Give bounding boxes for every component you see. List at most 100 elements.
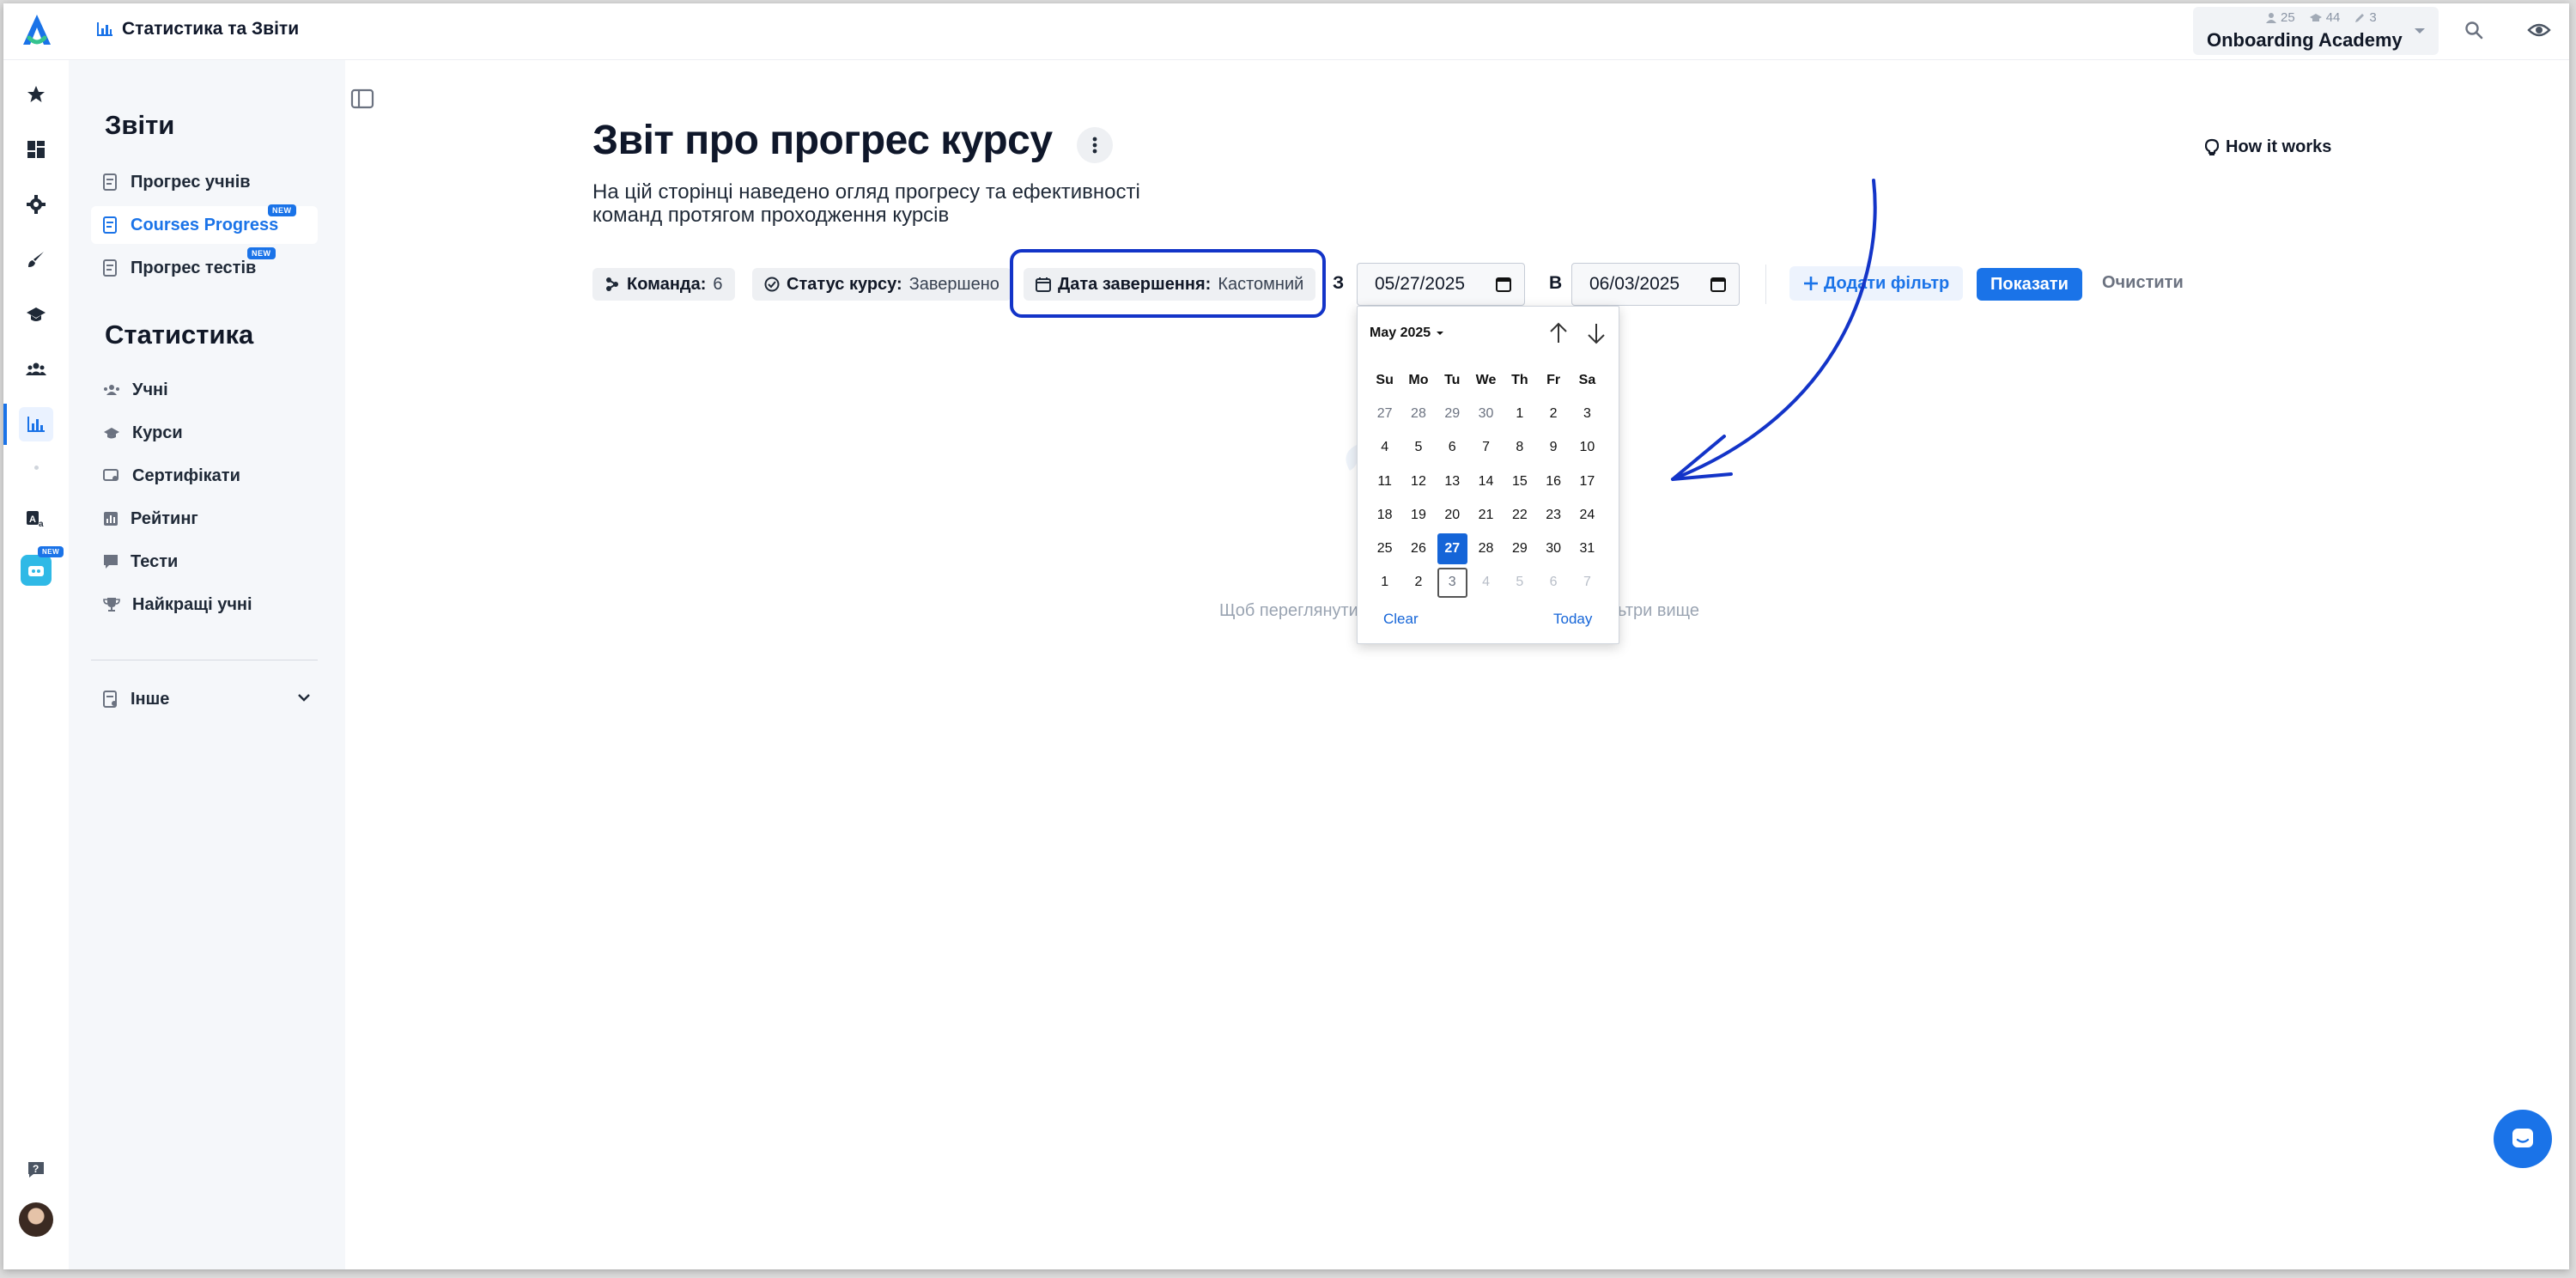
calendar-day[interactable]: 14 <box>1469 465 1503 498</box>
calendar-day[interactable]: 30 <box>1536 532 1570 565</box>
weekday-header: Fr <box>1546 372 1561 387</box>
sidebar-item-tests[interactable]: Тести <box>91 543 318 581</box>
calendar-day[interactable]: 27 <box>1368 397 1401 430</box>
calendar-day[interactable]: 13 <box>1436 465 1469 498</box>
more-options-button[interactable] <box>1077 127 1113 163</box>
calendar-day[interactable]: 30 <box>1469 397 1503 430</box>
date-from-input[interactable]: 05/27/2025 <box>1357 263 1525 306</box>
calendar-day[interactable]: 31 <box>1571 532 1604 565</box>
search-button[interactable] <box>2459 15 2488 45</box>
sidebar-item-courses[interactable]: Курси <box>91 414 318 452</box>
rail-users[interactable] <box>19 352 53 386</box>
calendar-day[interactable]: 22 <box>1503 498 1536 532</box>
calendar-day[interactable]: 28 <box>1469 532 1503 565</box>
filter-status-chip[interactable]: Статус курсу: Завершено <box>752 268 1012 301</box>
calendar-day[interactable]: 23 <box>1536 498 1570 532</box>
calendar-day[interactable]: 6 <box>1536 566 1570 599</box>
calendar-day[interactable]: 5 <box>1401 431 1435 465</box>
calendar-day[interactable]: 7 <box>1571 566 1604 599</box>
sidebar-item-top-students[interactable]: Найкращі учні <box>91 586 318 624</box>
calendar-day[interactable]: 21 <box>1469 498 1503 532</box>
clear-filters-button[interactable]: Очистити <box>2102 273 2184 293</box>
calendar-day[interactable]: 3 <box>1571 397 1604 430</box>
calendar-day[interactable]: 6 <box>1436 431 1469 465</box>
rail-favorites[interactable] <box>19 77 53 112</box>
empty-state-text-right: ьтри вище <box>1618 601 1700 620</box>
app-logo-icon[interactable] <box>19 12 55 48</box>
rail-settings[interactable] <box>19 187 53 222</box>
calendar-day[interactable]: 24 <box>1571 498 1604 532</box>
help-icon: ? <box>28 1162 44 1178</box>
calendar-day[interactable]: 19 <box>1401 498 1435 532</box>
sidebar-item-label: Прогрес учнів <box>131 172 251 192</box>
calendar-day[interactable]: 2 <box>1401 566 1435 599</box>
calendar-day[interactable]: 17 <box>1571 465 1604 498</box>
calendar-day[interactable]: 4 <box>1469 566 1503 599</box>
sidebar-item-courses-progress[interactable]: Courses Progress NEW <box>91 204 318 244</box>
month-year-selector[interactable]: May 2025 <box>1370 326 1444 341</box>
calendar-day[interactable]: 29 <box>1436 397 1469 430</box>
users-icon <box>26 362 46 375</box>
trophy-icon <box>103 598 120 612</box>
calendar-day[interactable]: 29 <box>1503 532 1536 565</box>
rail-statistics[interactable] <box>19 407 53 441</box>
certificate-icon <box>103 469 118 481</box>
filter-team-chip[interactable]: Команда: 6 <box>592 268 735 301</box>
sidebar-item-other[interactable]: Інше <box>91 680 318 718</box>
calendar-day[interactable]: 25 <box>1368 532 1401 565</box>
rail-active-indicator <box>3 404 7 445</box>
sidebar-item-certificates[interactable]: Сертифікати <box>91 457 318 495</box>
calendar-day[interactable]: 5 <box>1503 566 1536 599</box>
sidebar-item-label: Тести <box>131 551 179 571</box>
calendar-day[interactable]: 8 <box>1503 431 1536 465</box>
calendar-day[interactable]: 9 <box>1536 431 1570 465</box>
calendar-day[interactable]: 18 <box>1368 498 1401 532</box>
calendar-day[interactable]: 27 <box>1437 533 1467 564</box>
calendar-day[interactable]: 15 <box>1503 465 1536 498</box>
breadcrumb[interactable]: Статистика та Звіти <box>96 19 299 40</box>
eye-icon <box>2527 23 2551 37</box>
how-it-works-link[interactable]: How it works <box>2205 137 2331 157</box>
calendar-day[interactable]: 2 <box>1536 397 1570 430</box>
rail-dashboard[interactable] <box>19 132 53 167</box>
calendar-icon[interactable] <box>1495 276 1512 293</box>
rail-design[interactable] <box>19 242 53 277</box>
calendar-day[interactable]: 11 <box>1368 465 1401 498</box>
calendar-day[interactable]: 3 <box>1437 567 1467 599</box>
rail-translations[interactable]: Aa <box>19 502 53 536</box>
calendar-day[interactable]: 1 <box>1503 397 1536 430</box>
dashboard-icon <box>27 141 45 158</box>
calendar-day[interactable]: 28 <box>1401 397 1435 430</box>
svg-text:?: ? <box>33 1163 39 1175</box>
check-circle-icon <box>764 277 780 292</box>
calendar-day[interactable]: 12 <box>1401 465 1435 498</box>
sidebar-item-student-progress[interactable]: Прогрес учнів <box>91 163 318 201</box>
calendar-day[interactable]: 16 <box>1536 465 1570 498</box>
robot-icon <box>21 555 52 586</box>
rail-ai-assistant[interactable]: NEW <box>19 546 64 587</box>
sidebar-item-rating[interactable]: Рейтинг <box>91 500 318 538</box>
calendar-day[interactable]: 7 <box>1469 431 1503 465</box>
calendar-day[interactable]: 1 <box>1368 566 1401 599</box>
sidebar-toggle-icon[interactable] <box>350 88 374 110</box>
rail-new-badge: NEW <box>38 546 64 557</box>
datepicker-clear-button[interactable]: Clear <box>1383 611 1419 628</box>
sidebar-item-test-progress[interactable]: Прогрес тестів NEW <box>91 247 318 287</box>
org-switcher[interactable]: 25 44 3 Onboarding Academy <box>2193 7 2439 55</box>
preview-button[interactable] <box>2524 15 2554 45</box>
sidebar-item-students[interactable]: Учні <box>91 371 318 409</box>
show-button[interactable]: Показати <box>1977 268 2082 301</box>
calendar-day[interactable]: 10 <box>1571 431 1604 465</box>
arrow-down-icon[interactable] <box>1584 320 1608 346</box>
calendar-day[interactable]: 26 <box>1401 532 1435 565</box>
sidebar-item-label: Найкращі учні <box>132 594 252 614</box>
chat-widget-button[interactable] <box>2494 1110 2552 1168</box>
rail-help[interactable]: ? <box>19 1153 53 1187</box>
calendar-day[interactable]: 20 <box>1436 498 1469 532</box>
datepicker-today-button[interactable]: Today <box>1553 611 1592 628</box>
arrow-up-icon[interactable] <box>1546 320 1571 346</box>
sidebar-section-statistics: Статистика <box>105 320 254 350</box>
user-avatar[interactable] <box>19 1202 53 1237</box>
calendar-day[interactable]: 4 <box>1368 431 1401 465</box>
rail-courses[interactable] <box>19 297 53 332</box>
